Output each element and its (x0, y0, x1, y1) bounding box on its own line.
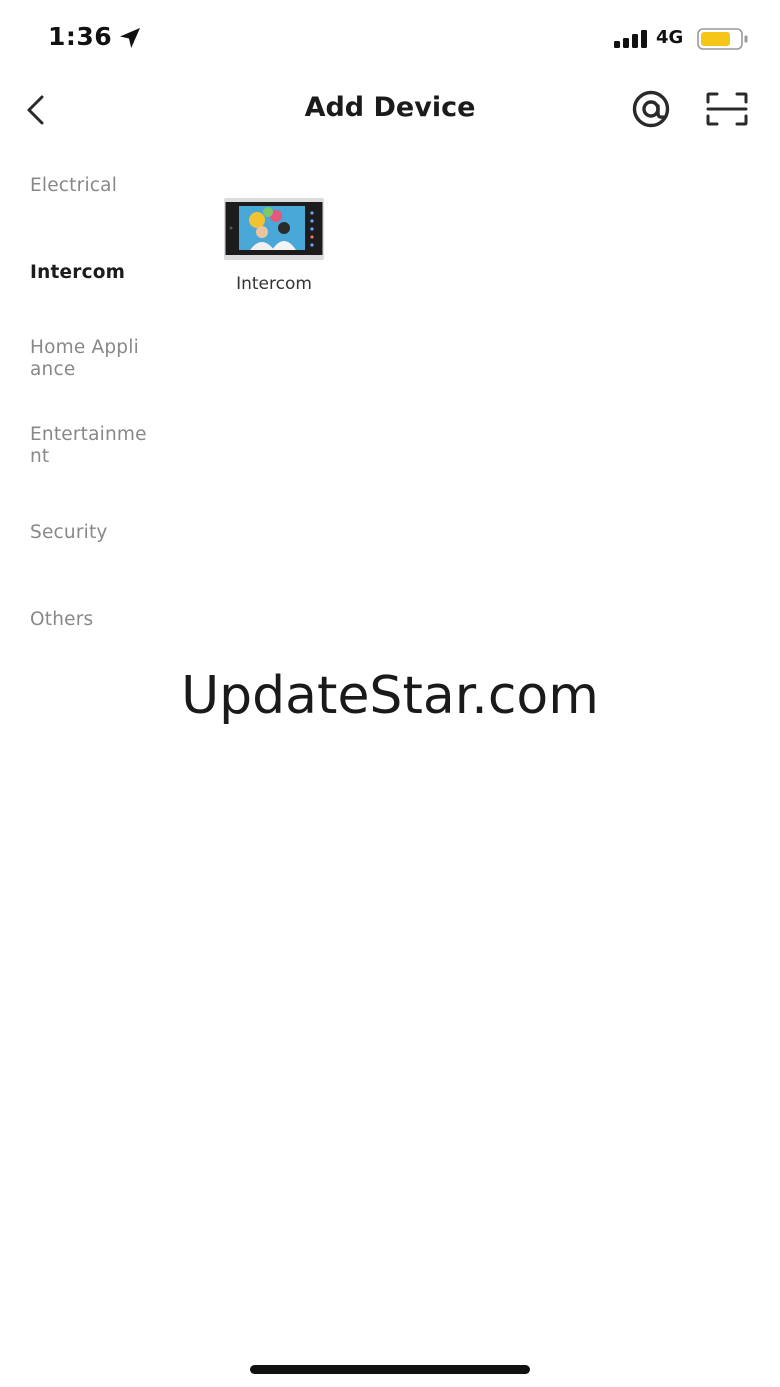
watermark-text: UpdateStar.com (181, 666, 599, 726)
category-others[interactable]: Others (30, 609, 170, 631)
at-sign-icon[interactable] (630, 88, 672, 130)
status-bar: 1:36 4G (0, 0, 780, 74)
category-sidebar: Electrical Intercom Home Appliance Enter… (0, 150, 180, 670)
category-intercom[interactable]: Intercom (30, 262, 170, 284)
location-arrow-icon (120, 28, 140, 48)
nav-header: Add Device (0, 74, 780, 144)
category-security[interactable]: Security (30, 522, 170, 544)
device-card-intercom[interactable]: Intercom (212, 196, 336, 300)
network-type-label: 4G (656, 27, 684, 48)
intercom-monitor-icon (224, 198, 324, 260)
category-home-appliance[interactable]: Home Appliance (30, 337, 150, 381)
home-indicator[interactable] (250, 1365, 530, 1374)
category-electrical[interactable]: Electrical (30, 175, 170, 197)
signal-bars-icon (614, 30, 647, 48)
status-time: 1:36 (48, 22, 113, 51)
battery-icon (697, 28, 748, 50)
device-label-intercom: Intercom (236, 274, 312, 294)
category-entertainment[interactable]: Entertainment (30, 424, 148, 468)
scan-icon[interactable] (706, 92, 748, 126)
